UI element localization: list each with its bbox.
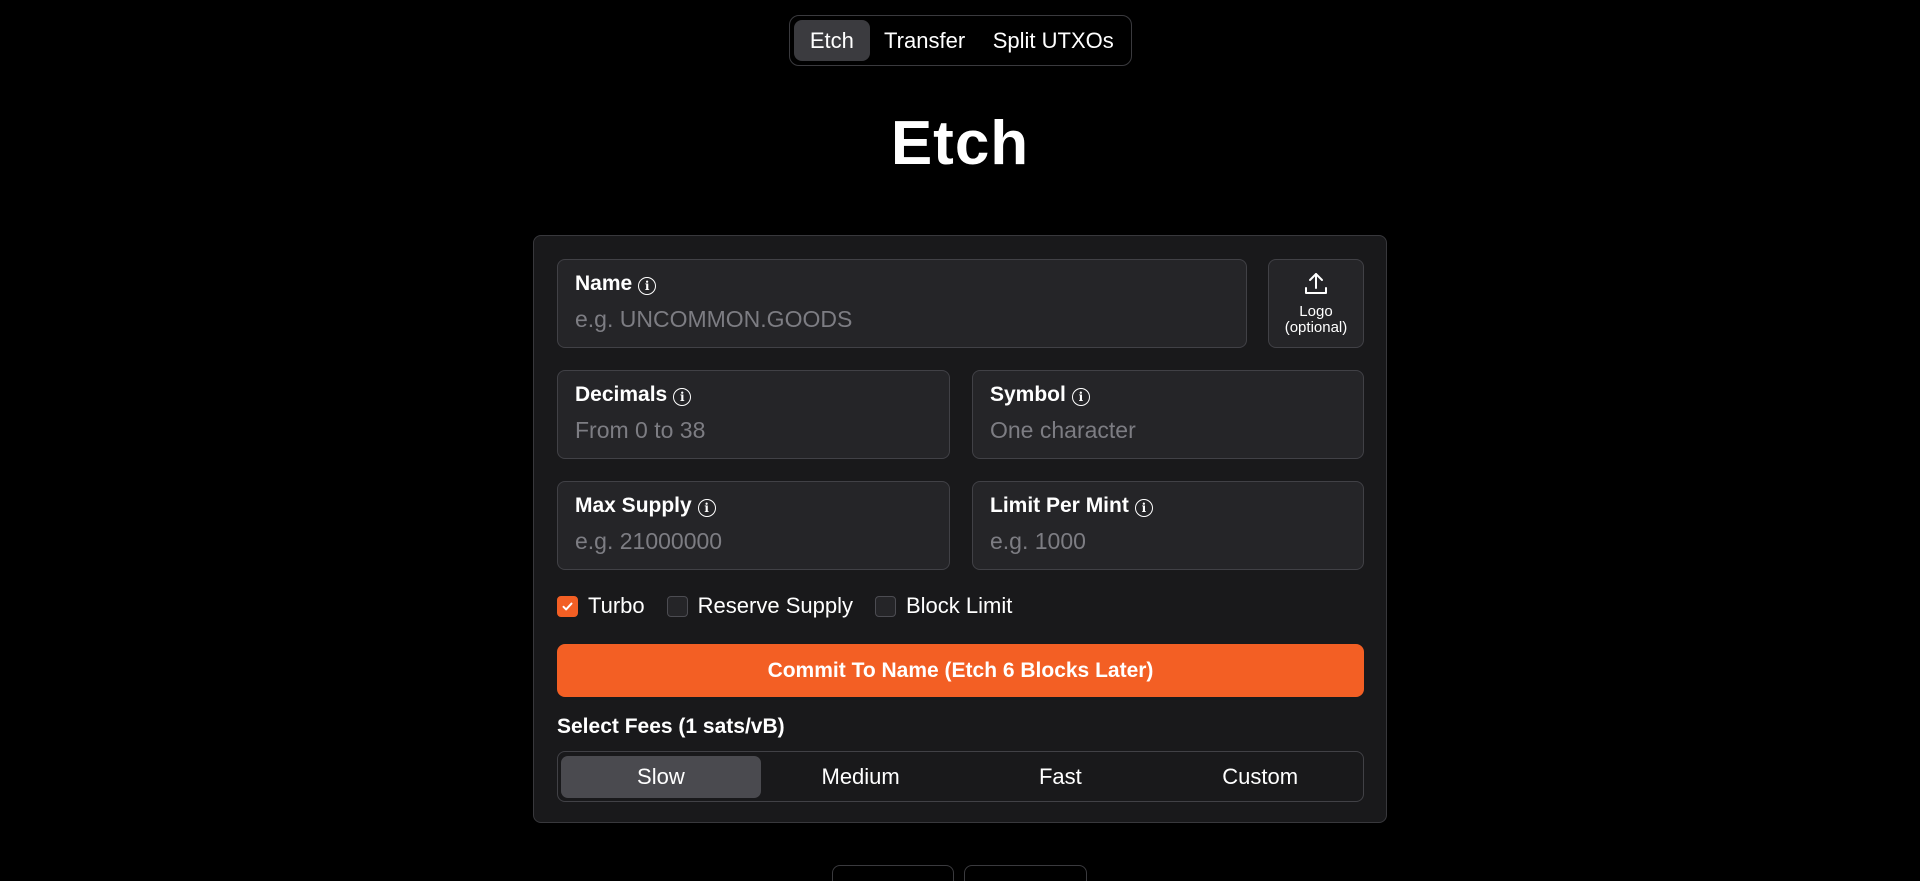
- info-icon[interactable]: i: [1134, 498, 1153, 517]
- decimals-input[interactable]: [575, 415, 932, 445]
- name-input[interactable]: [575, 304, 1229, 334]
- limit-per-mint-label: Limit Per Mint: [990, 494, 1129, 517]
- name-field[interactable]: Name i: [557, 259, 1247, 348]
- bottom-button-right[interactable]: [964, 865, 1087, 881]
- reserve-supply-label: Reserve Supply: [697, 593, 853, 618]
- name-label: Name: [575, 272, 633, 295]
- tab-split-utxos[interactable]: Split UTXOs: [979, 20, 1127, 61]
- upload-icon: [1303, 271, 1329, 302]
- limit-per-mint-field[interactable]: Limit Per Mint i: [972, 481, 1364, 570]
- turbo-checkbox[interactable]: [557, 595, 578, 617]
- mode-tabs: Etch Transfer Split UTXOs: [789, 15, 1132, 66]
- block-limit-option[interactable]: Block Limit: [874, 593, 1013, 619]
- reserve-supply-option[interactable]: Reserve Supply: [666, 593, 853, 619]
- logo-label: Logo: [1299, 303, 1333, 320]
- max-supply-label: Max Supply: [575, 494, 692, 517]
- page-title: Etch: [890, 109, 1030, 178]
- max-supply-input[interactable]: [575, 526, 932, 556]
- tab-transfer[interactable]: Transfer: [870, 20, 980, 61]
- symbol-label: Symbol: [990, 383, 1066, 406]
- bottom-button-left[interactable]: [832, 865, 954, 881]
- fee-slow-option[interactable]: Slow: [561, 755, 761, 798]
- limit-per-mint-input[interactable]: [990, 526, 1346, 556]
- decimals-label: Decimals: [575, 383, 668, 406]
- logo-upload-button[interactable]: Logo (optional): [1268, 259, 1364, 348]
- symbol-input[interactable]: [990, 415, 1346, 445]
- commit-button[interactable]: Commit To Name (Etch 6 Blocks Later): [557, 644, 1364, 697]
- max-supply-field[interactable]: Max Supply i: [557, 481, 950, 570]
- tab-etch[interactable]: Etch: [794, 20, 870, 61]
- checkmark-icon: [562, 602, 573, 610]
- info-icon[interactable]: i: [1071, 387, 1090, 406]
- info-icon[interactable]: i: [673, 387, 692, 406]
- block-limit-checkbox[interactable]: [874, 595, 896, 617]
- info-icon[interactable]: i: [638, 276, 657, 295]
- fee-selector: Slow Medium Fast Custom: [557, 751, 1364, 802]
- block-limit-label: Block Limit: [905, 593, 1013, 618]
- symbol-field[interactable]: Symbol i: [972, 370, 1364, 459]
- reserve-supply-checkbox[interactable]: [666, 595, 688, 617]
- fee-medium-option[interactable]: Medium: [761, 756, 961, 798]
- turbo-option[interactable]: Turbo: [557, 593, 645, 619]
- info-icon[interactable]: i: [697, 498, 716, 517]
- select-fees-label: Select Fees (1 sats/vB): [557, 715, 785, 738]
- turbo-label: Turbo: [588, 593, 645, 618]
- fee-fast-option[interactable]: Fast: [961, 756, 1161, 798]
- fee-custom-option[interactable]: Custom: [1160, 756, 1360, 798]
- etch-form-card: Name i Logo (optional) Decimals i Symbol: [533, 235, 1387, 823]
- logo-optional-label: (optional): [1284, 319, 1348, 336]
- options-row: Turbo Reserve Supply Block Limit: [557, 593, 1034, 619]
- decimals-field[interactable]: Decimals i: [557, 370, 950, 459]
